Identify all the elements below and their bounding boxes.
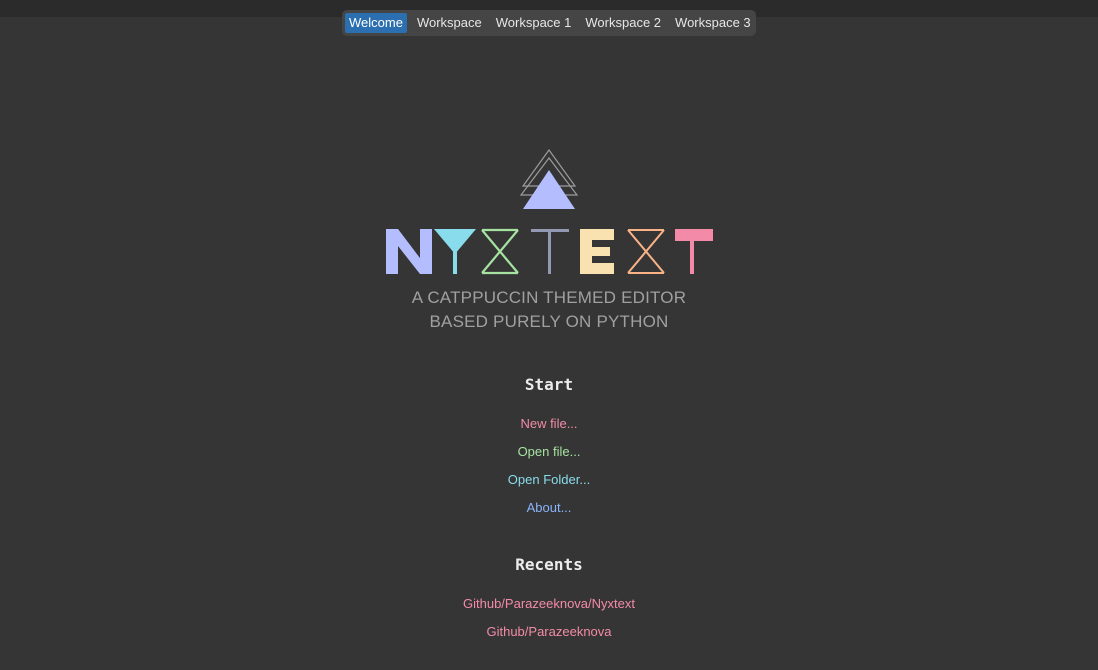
start-heading: Start <box>524 375 574 394</box>
logo-letter-n <box>386 229 432 274</box>
recent-item[interactable]: Github/Parazeeknova <box>0 624 1098 640</box>
new-file-label[interactable]: New file... <box>520 416 577 431</box>
logo-letter-x1 <box>481 228 519 275</box>
nyxtext-logo-graphic <box>386 148 713 275</box>
tagline-line-1: A CATPPUCCIN THEMED EDITOR <box>411 288 687 307</box>
workspace-tab-bar: Welcome Workspace Workspace 1 Workspace … <box>342 10 756 36</box>
recents-heading: Recents <box>515 555 583 574</box>
open-folder-label[interactable]: Open Folder... <box>508 472 590 487</box>
tab-welcome[interactable]: Welcome <box>345 13 407 33</box>
open-file-label[interactable]: Open file... <box>518 444 581 459</box>
tab-workspace-1[interactable]: Workspace 1 <box>492 13 576 33</box>
open-folder-link[interactable]: Open Folder... <box>0 472 1098 488</box>
logo-letter-t1 <box>531 229 569 274</box>
tagline-line-2: BASED PURELY ON PYTHON <box>429 312 669 331</box>
open-file-link[interactable]: Open file... <box>0 444 1098 460</box>
tab-workspace-3[interactable]: Workspace 3 <box>671 13 755 33</box>
new-file-link[interactable]: New file... <box>0 416 1098 432</box>
logo-letter-e <box>580 229 614 274</box>
about-link[interactable]: About... <box>0 500 1098 516</box>
logo-triangle-icon <box>519 148 579 209</box>
recent-item-label[interactable]: Github/Parazeeknova/Nyxtext <box>463 596 635 611</box>
logo-letter-x2 <box>627 229 665 274</box>
tab-workspace[interactable]: Workspace <box>413 13 486 33</box>
recent-item[interactable]: Github/Parazeeknova/Nyxtext <box>0 596 1098 612</box>
logo-letter-y <box>434 229 476 274</box>
about-label[interactable]: About... <box>527 500 572 515</box>
tab-workspace-2[interactable]: Workspace 2 <box>581 13 665 33</box>
logo-letter-t2 <box>675 229 713 274</box>
recent-item-label[interactable]: Github/Parazeeknova <box>486 624 611 639</box>
